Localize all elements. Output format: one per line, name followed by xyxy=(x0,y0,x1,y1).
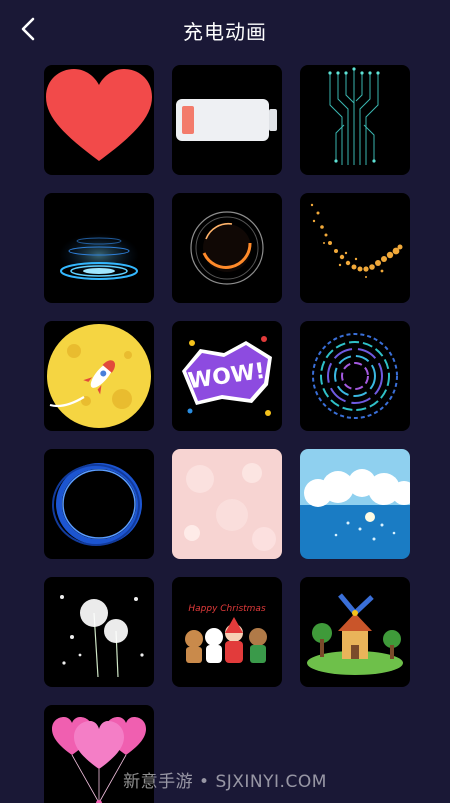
circuit-icon xyxy=(328,67,380,165)
ocean-clouds-icon xyxy=(300,449,410,559)
wow-sticker-icon: WOW! xyxy=(182,336,272,416)
battery-icon xyxy=(176,99,277,141)
animation-tile-windmill-village[interactable] xyxy=(300,577,410,687)
animation-tile-battery[interactable] xyxy=(172,65,282,175)
top-bar: 充电动画 xyxy=(0,0,450,60)
animation-tile-moon-rocket[interactable] xyxy=(44,321,154,431)
portal-icon xyxy=(59,233,139,280)
animation-tile-golden-sparkle-trail[interactable] xyxy=(300,193,410,303)
bokeh-icon xyxy=(172,449,282,559)
christmas-icon: Happy Christmas xyxy=(185,604,267,663)
animation-tile-blue-vortex-ring[interactable] xyxy=(44,449,154,559)
watermark: 新意手游 • SJXINYI.COM xyxy=(123,772,327,792)
christmas-text: Happy Christmas xyxy=(188,604,266,614)
windmill-icon xyxy=(307,593,403,675)
dandelion-icon xyxy=(60,595,144,678)
animation-tile-christmas-characters[interactable]: Happy Christmas xyxy=(172,577,282,687)
animation-tile-heart[interactable] xyxy=(44,65,154,175)
spectrum-icon xyxy=(312,333,398,419)
sparkle-trail-icon xyxy=(310,203,403,278)
moon-rocket-icon xyxy=(47,324,151,428)
animation-tile-eclipse-ring[interactable] xyxy=(172,193,282,303)
page-title: 充电动画 xyxy=(183,20,267,44)
animation-tile-ocean-clouds[interactable] xyxy=(300,449,410,559)
heart-icon xyxy=(46,69,152,161)
animation-tile-circular-spectrum[interactable] xyxy=(300,321,410,431)
animation-tile-circuit[interactable] xyxy=(300,65,410,175)
animation-tile-pink-bokeh[interactable] xyxy=(172,449,282,559)
vortex-icon xyxy=(52,463,142,546)
animation-tile-wow-sticker[interactable]: WOW! xyxy=(172,321,282,431)
animation-grid: WOW! Happy Christmas xyxy=(44,65,414,803)
animation-tile-hologram-portal[interactable] xyxy=(44,193,154,303)
eclipse-icon xyxy=(190,211,264,285)
animation-tile-dandelions[interactable] xyxy=(44,577,154,687)
